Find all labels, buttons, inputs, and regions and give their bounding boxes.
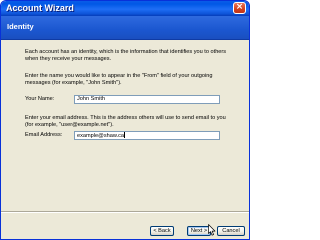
name-prompt-text: Enter the name you would like to appear … bbox=[25, 73, 213, 86]
page-title: Identity bbox=[7, 22, 34, 31]
name-field[interactable]: John Smith bbox=[74, 95, 220, 104]
email-field[interactable]: example@shaw.ca bbox=[74, 131, 220, 140]
wizard-header: Identity bbox=[1, 16, 249, 40]
close-icon[interactable]: × bbox=[233, 2, 246, 14]
name-label: Your Name: bbox=[25, 96, 55, 102]
back-button[interactable]: < Back bbox=[150, 226, 174, 236]
text-caret bbox=[124, 132, 126, 138]
mouse-pointer-icon bbox=[208, 224, 216, 236]
button-separator bbox=[1, 211, 249, 213]
email-prompt-text: Enter your email address. This is the ad… bbox=[25, 115, 226, 128]
cancel-button[interactable]: Cancel bbox=[217, 226, 245, 236]
account-wizard-window: Account Wizard × Identity Each account h… bbox=[0, 0, 250, 240]
title-bar[interactable]: Account Wizard × bbox=[1, 1, 249, 16]
window-title: Account Wizard bbox=[6, 3, 74, 13]
intro-text: Each account has an identity, which is t… bbox=[25, 49, 227, 62]
wizard-content: Each account has an identity, which is t… bbox=[1, 40, 249, 205]
name-field-value: John Smith bbox=[77, 96, 105, 102]
email-field-value: example@shaw.ca bbox=[77, 133, 125, 139]
email-label: Email Address: bbox=[25, 132, 63, 138]
